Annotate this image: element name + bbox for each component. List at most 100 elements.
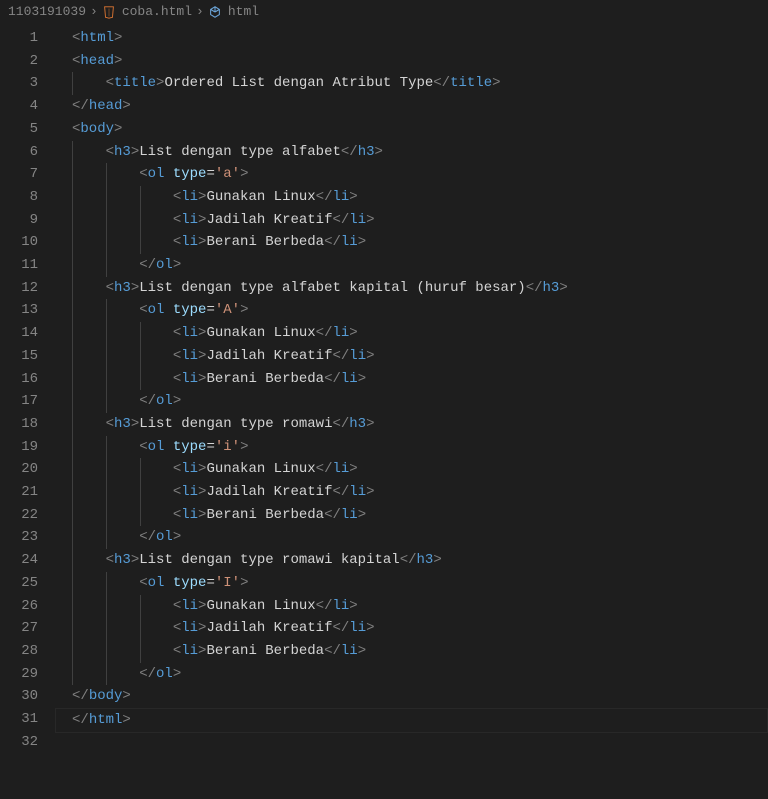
- code-line[interactable]: </ol>: [56, 254, 768, 277]
- line-number: 19: [0, 436, 38, 459]
- indent-guide: [140, 345, 141, 368]
- code-line[interactable]: <li>Berani Berbeda</li>: [56, 504, 768, 527]
- indent-guide: [72, 368, 73, 391]
- code-line[interactable]: <html>: [56, 27, 768, 50]
- code-line[interactable]: <body>: [56, 118, 768, 141]
- code-line[interactable]: <li>Berani Berbeda</li>: [56, 231, 768, 254]
- indent-guide: [72, 322, 73, 345]
- indent-guide: [106, 526, 107, 549]
- indent-guide: [72, 186, 73, 209]
- line-number: 27: [0, 617, 38, 640]
- html-file-icon: [102, 5, 116, 19]
- code-line[interactable]: <ol type='i'>: [56, 436, 768, 459]
- code-line[interactable]: <ol type='A'>: [56, 299, 768, 322]
- code-line[interactable]: <li>Gunakan Linux</li>: [56, 322, 768, 345]
- indent-guide: [72, 141, 73, 164]
- line-number: 10: [0, 231, 38, 254]
- indent-guide: [72, 526, 73, 549]
- line-number: 32: [0, 731, 38, 754]
- code-line[interactable]: <li>Berani Berbeda</li>: [56, 640, 768, 663]
- indent-guide: [140, 231, 141, 254]
- line-number: 13: [0, 299, 38, 322]
- indent-guide: [140, 504, 141, 527]
- line-number: 29: [0, 663, 38, 686]
- chevron-right-icon: ›: [90, 4, 98, 19]
- indent-guide: [106, 390, 107, 413]
- code-line[interactable]: <ol type='I'>: [56, 572, 768, 595]
- indent-guide: [106, 640, 107, 663]
- code-line[interactable]: <li>Gunakan Linux</li>: [56, 186, 768, 209]
- line-number: 8: [0, 186, 38, 209]
- line-number: 25: [0, 572, 38, 595]
- line-number-gutter: 1234567891011121314151617181920212223242…: [0, 23, 56, 754]
- code-content[interactable]: <html><head> <title>Ordered List dengan …: [56, 23, 768, 754]
- chevron-right-icon: ›: [196, 4, 204, 19]
- code-line[interactable]: </ol>: [56, 390, 768, 413]
- code-line[interactable]: <li>Berani Berbeda</li>: [56, 368, 768, 391]
- code-line[interactable]: <head>: [56, 50, 768, 73]
- code-line[interactable]: </head>: [56, 95, 768, 118]
- code-line[interactable]: <li>Gunakan Linux</li>: [56, 595, 768, 618]
- code-line[interactable]: <li>Jadilah Kreatif</li>: [56, 617, 768, 640]
- code-line[interactable]: <li>Jadilah Kreatif</li>: [56, 345, 768, 368]
- code-line[interactable]: <li>Jadilah Kreatif</li>: [56, 481, 768, 504]
- line-number: 3: [0, 72, 38, 95]
- code-line[interactable]: </ol>: [56, 663, 768, 686]
- indent-guide: [72, 436, 73, 459]
- code-line[interactable]: <li>Jadilah Kreatif</li>: [56, 209, 768, 232]
- indent-guide: [106, 299, 107, 322]
- indent-guide: [106, 595, 107, 618]
- indent-guide: [72, 663, 73, 686]
- code-line[interactable]: <title>Ordered List dengan Atribut Type<…: [56, 72, 768, 95]
- code-line[interactable]: <h3>List dengan type romawi kapital</h3>: [56, 549, 768, 572]
- code-line[interactable]: </ol>: [56, 526, 768, 549]
- indent-guide: [72, 458, 73, 481]
- code-line[interactable]: </html>: [55, 708, 768, 733]
- indent-guide: [72, 163, 73, 186]
- indent-guide: [72, 345, 73, 368]
- indent-guide: [72, 254, 73, 277]
- indent-guide: [140, 640, 141, 663]
- indent-guide: [140, 617, 141, 640]
- indent-guide: [72, 504, 73, 527]
- line-number: 17: [0, 390, 38, 413]
- code-line[interactable]: <ol type='a'>: [56, 163, 768, 186]
- line-number: 26: [0, 595, 38, 618]
- indent-guide: [106, 458, 107, 481]
- indent-guide: [140, 458, 141, 481]
- indent-guide: [72, 549, 73, 572]
- indent-guide: [106, 163, 107, 186]
- indent-guide: [140, 481, 141, 504]
- indent-guide: [72, 617, 73, 640]
- line-number: 28: [0, 640, 38, 663]
- line-number: 21: [0, 481, 38, 504]
- code-line[interactable]: <li>Gunakan Linux</li>: [56, 458, 768, 481]
- line-number: 30: [0, 685, 38, 708]
- indent-guide: [72, 572, 73, 595]
- indent-guide: [106, 481, 107, 504]
- code-editor[interactable]: 1234567891011121314151617181920212223242…: [0, 23, 768, 754]
- indent-guide: [72, 277, 73, 300]
- indent-guide: [106, 504, 107, 527]
- breadcrumb-symbol[interactable]: html: [228, 4, 259, 19]
- code-line[interactable]: <h3>List dengan type alfabet</h3>: [56, 141, 768, 164]
- breadcrumb-folder[interactable]: 1103191039: [8, 4, 86, 19]
- indent-guide: [106, 231, 107, 254]
- line-number: 15: [0, 345, 38, 368]
- breadcrumb-file[interactable]: coba.html: [122, 4, 192, 19]
- indent-guide: [106, 209, 107, 232]
- line-number: 20: [0, 458, 38, 481]
- line-number: 7: [0, 163, 38, 186]
- indent-guide: [140, 595, 141, 618]
- code-line[interactable]: <h3>List dengan type romawi</h3>: [56, 413, 768, 436]
- indent-guide: [140, 368, 141, 391]
- indent-guide: [72, 231, 73, 254]
- line-number: 5: [0, 118, 38, 141]
- line-number: 9: [0, 209, 38, 232]
- code-line[interactable]: <h3>List dengan type alfabet kapital (hu…: [56, 277, 768, 300]
- line-number: 23: [0, 526, 38, 549]
- indent-guide: [140, 186, 141, 209]
- line-number: 6: [0, 141, 38, 164]
- code-line[interactable]: </body>: [56, 685, 768, 708]
- breadcrumb: 1103191039 › coba.html › html: [0, 0, 768, 23]
